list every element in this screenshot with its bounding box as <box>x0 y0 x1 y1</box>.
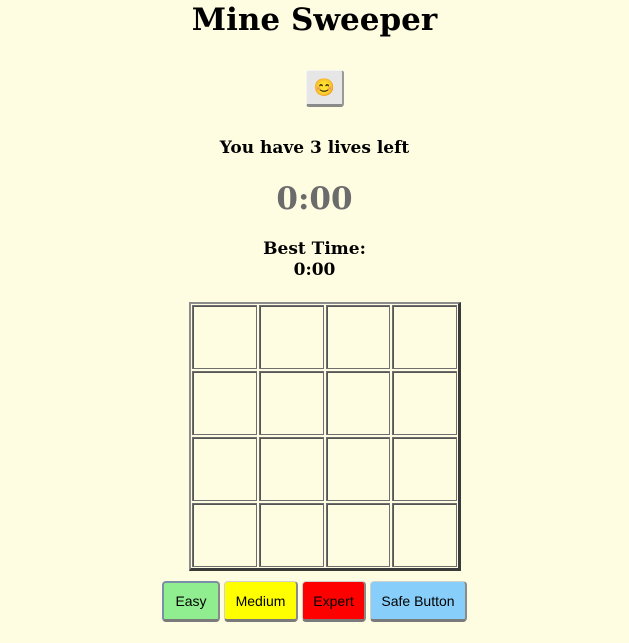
lives-status: You have 3 lives left <box>219 138 410 158</box>
board-cell[interactable] <box>325 503 391 567</box>
board-cell[interactable] <box>325 437 391 501</box>
board-cell[interactable] <box>392 305 457 369</box>
board-cell[interactable] <box>192 437 257 501</box>
board-cell[interactable] <box>325 305 391 369</box>
board-cell[interactable] <box>325 371 391 435</box>
board-cell[interactable] <box>258 503 324 567</box>
timer-display: 0:00 <box>276 181 353 217</box>
board-cell[interactable] <box>192 503 257 567</box>
game-board <box>189 302 461 571</box>
expert-button[interactable]: Expert <box>302 581 366 622</box>
page-title: Mine Sweeper <box>191 2 438 38</box>
board-cell[interactable] <box>392 437 457 501</box>
board-cell[interactable] <box>258 305 324 369</box>
board-cell[interactable] <box>258 371 324 435</box>
board-cell[interactable] <box>192 305 257 369</box>
minesweeper-page: Mine Sweeper 😊 You have 3 lives left 0:0… <box>0 0 629 643</box>
medium-button[interactable]: Medium <box>224 581 298 622</box>
reset-smiley-button[interactable]: 😊 <box>306 70 344 107</box>
best-time-value: 0:00 <box>293 260 336 280</box>
smiley-face-icon: 😊 <box>313 77 336 98</box>
easy-button[interactable]: Easy <box>162 581 220 622</box>
board-cell[interactable] <box>192 371 257 435</box>
difficulty-buttons: Easy Medium Expert Safe Button <box>0 581 629 622</box>
board-cell[interactable] <box>392 371 457 435</box>
best-time-label: Best Time: <box>263 239 366 259</box>
board-cell[interactable] <box>392 503 457 567</box>
safe-button[interactable]: Safe Button <box>370 581 467 622</box>
board-cell[interactable] <box>258 437 324 501</box>
